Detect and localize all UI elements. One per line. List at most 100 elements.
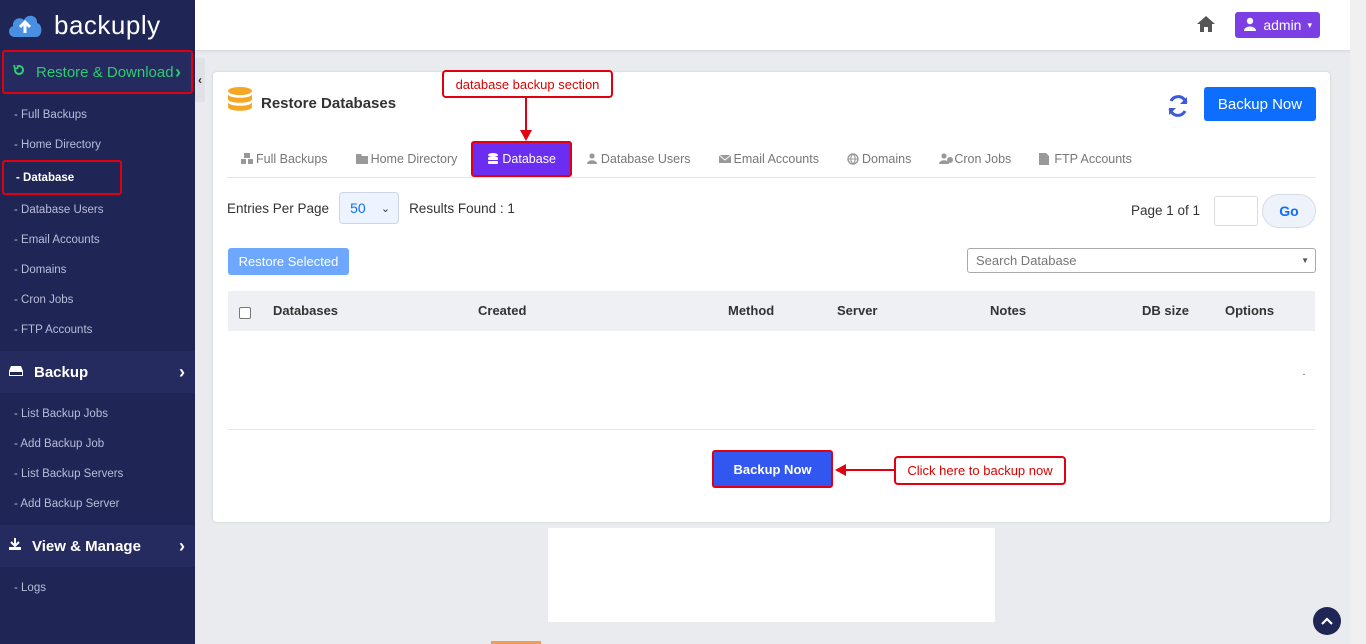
view-manage-submenu: - Logs — [0, 567, 195, 609]
page-info: Page 1 of 1 — [1130, 203, 1200, 218]
user-clock-icon — [939, 153, 954, 164]
annotation-arrow-down — [520, 98, 532, 141]
tab-home-directory[interactable]: Home Directory — [342, 141, 472, 177]
sidebar-item-ftp-accounts[interactable]: - FTP Accounts — [0, 315, 195, 345]
tab-label: Email Accounts — [733, 151, 819, 166]
tab-label: Database Users — [600, 151, 691, 166]
globe-icon — [847, 153, 859, 165]
sidebar-collapse-toggle[interactable]: ‹ — [195, 58, 205, 102]
column-server[interactable]: Server — [837, 303, 877, 318]
tab-email-accounts[interactable]: Email Accounts — [705, 141, 833, 177]
tab-label: Database — [502, 151, 556, 166]
column-method[interactable]: Method — [728, 303, 774, 318]
table-divider — [228, 429, 1315, 430]
sidebar-item-full-backups[interactable]: - Full Backups — [0, 100, 195, 130]
nav-view-manage[interactable]: View & Manage › — [0, 525, 195, 567]
column-created[interactable]: Created — [478, 303, 526, 318]
user-icon — [586, 153, 598, 164]
restore-submenu: - Full Backups - Home Directory - Databa… — [0, 94, 195, 351]
chevron-up-icon — [1321, 612, 1333, 630]
entries-value: 50 — [350, 200, 366, 216]
go-button[interactable]: Go — [1262, 194, 1316, 228]
sidebar-item-logs[interactable]: - Logs — [0, 573, 195, 603]
sidebar-item-domains[interactable]: - Domains — [0, 255, 195, 285]
page-title: Restore Databases — [261, 94, 397, 112]
tab-full-backups[interactable]: Full Backups — [227, 141, 342, 177]
sidebar-item-home-directory[interactable]: - Home Directory — [0, 130, 195, 160]
sidebar-item-list-backup-jobs[interactable]: - List Backup Jobs — [0, 399, 195, 429]
envelope-icon — [718, 153, 731, 164]
tab-cron-jobs[interactable]: Cron Jobs — [925, 141, 1025, 177]
entries-per-page: Entries Per Page 50 ⌄ Results Found : 1 — [227, 192, 515, 224]
tab-database[interactable]: Database — [471, 140, 572, 177]
search-database-placeholder: Search Database — [976, 253, 1077, 268]
nav-backup[interactable]: Backup › — [0, 351, 195, 393]
backup-submenu: - List Backup Jobs - Add Backup Job - Li… — [0, 393, 195, 525]
home-icon[interactable] — [1196, 15, 1216, 35]
sidebar-item-list-backup-servers[interactable]: - List Backup Servers — [0, 459, 195, 489]
chevron-right-icon: › — [179, 535, 185, 556]
topbar: admin ▾ — [195, 0, 1366, 50]
sidebar-item-email-accounts[interactable]: - Email Accounts — [0, 225, 195, 255]
chevron-right-icon: › — [175, 61, 181, 82]
table-placeholder-dot — [1303, 374, 1305, 375]
tab-label: Home Directory — [370, 151, 458, 166]
chevron-down-icon: ⌄ — [380, 202, 391, 215]
scroll-to-top-button[interactable] — [1313, 607, 1341, 635]
refresh-icon[interactable] — [1166, 94, 1190, 118]
search-database-select[interactable]: Search Database ▼ — [967, 248, 1316, 273]
sidebar-item-cron-jobs[interactable]: - Cron Jobs — [0, 285, 195, 315]
brand[interactable]: backuply — [0, 0, 195, 50]
sidebar-item-add-backup-server[interactable]: - Add Backup Server — [0, 489, 195, 519]
entries-per-page-select[interactable]: 50 ⌄ — [339, 192, 400, 224]
column-notes[interactable]: Notes — [990, 303, 1026, 318]
caret-down-icon: ▼ — [1301, 256, 1309, 265]
drive-icon — [8, 364, 24, 381]
database-icon — [487, 153, 499, 164]
blank-panel — [548, 528, 995, 622]
backup-now-button-top[interactable]: Backup Now — [1204, 87, 1316, 121]
column-databases[interactable]: Databases — [273, 303, 338, 318]
restore-databases-card: Restore Databases Backup Now Full Backup… — [213, 72, 1330, 522]
nav-view-manage-label: View & Manage — [32, 537, 141, 555]
folder-icon — [355, 153, 368, 164]
user-icon — [1243, 17, 1257, 34]
download-icon — [8, 537, 22, 555]
annotation-database-backup-section: database backup section — [442, 70, 613, 98]
restore-selected-button[interactable]: Restore Selected — [228, 248, 349, 275]
caret-down-icon: ▾ — [1307, 19, 1312, 30]
column-options[interactable]: Options — [1225, 303, 1274, 318]
page-scrollbar[interactable] — [1350, 0, 1366, 644]
tab-label: FTP Accounts — [1054, 151, 1132, 166]
annotation-click-backup-now: Click here to backup now — [894, 456, 1066, 485]
user-menu-button[interactable]: admin ▾ — [1235, 12, 1320, 38]
tab-label: Full Backups — [256, 151, 328, 166]
tab-ftp-accounts[interactable]: FTP Accounts — [1025, 141, 1146, 177]
cloud-upload-icon — [6, 10, 44, 40]
table-header: Databases Created Method Server Notes DB… — [228, 291, 1315, 331]
sidebar-item-database[interactable]: - Database — [2, 160, 122, 195]
backup-type-tabs: Full Backups Home Directory Database Dat… — [227, 140, 1316, 178]
nav-restore-download[interactable]: Restore & Download › — [2, 50, 193, 94]
tab-database-users[interactable]: Database Users — [572, 141, 705, 177]
file-icon — [1039, 153, 1051, 165]
nav-backup-label: Backup — [34, 363, 89, 381]
restore-icon — [12, 63, 26, 81]
sidebar-item-add-backup-job[interactable]: - Add Backup Job — [0, 429, 195, 459]
select-all-checkbox[interactable] — [239, 307, 251, 319]
sidebar: backuply Restore & Download › - Full Bac… — [0, 0, 195, 644]
page-number-input[interactable] — [1214, 196, 1258, 226]
sidebar-item-database-users[interactable]: - Database Users — [0, 195, 195, 225]
brand-name: backuply — [54, 9, 161, 40]
database-icon — [227, 86, 253, 120]
user-name: admin — [1263, 17, 1302, 33]
card-title: Restore Databases — [227, 86, 396, 120]
backup-now-button-bottom[interactable]: Backup Now — [712, 450, 833, 488]
entries-label: Entries Per Page — [227, 200, 330, 216]
column-db-size[interactable]: DB size — [1142, 303, 1189, 318]
tab-label: Cron Jobs — [954, 151, 1012, 166]
annotation-arrow-left — [835, 464, 896, 476]
results-found: Results Found : 1 — [409, 200, 515, 216]
tab-domains[interactable]: Domains — [833, 141, 925, 177]
tab-label: Domains — [862, 151, 912, 166]
